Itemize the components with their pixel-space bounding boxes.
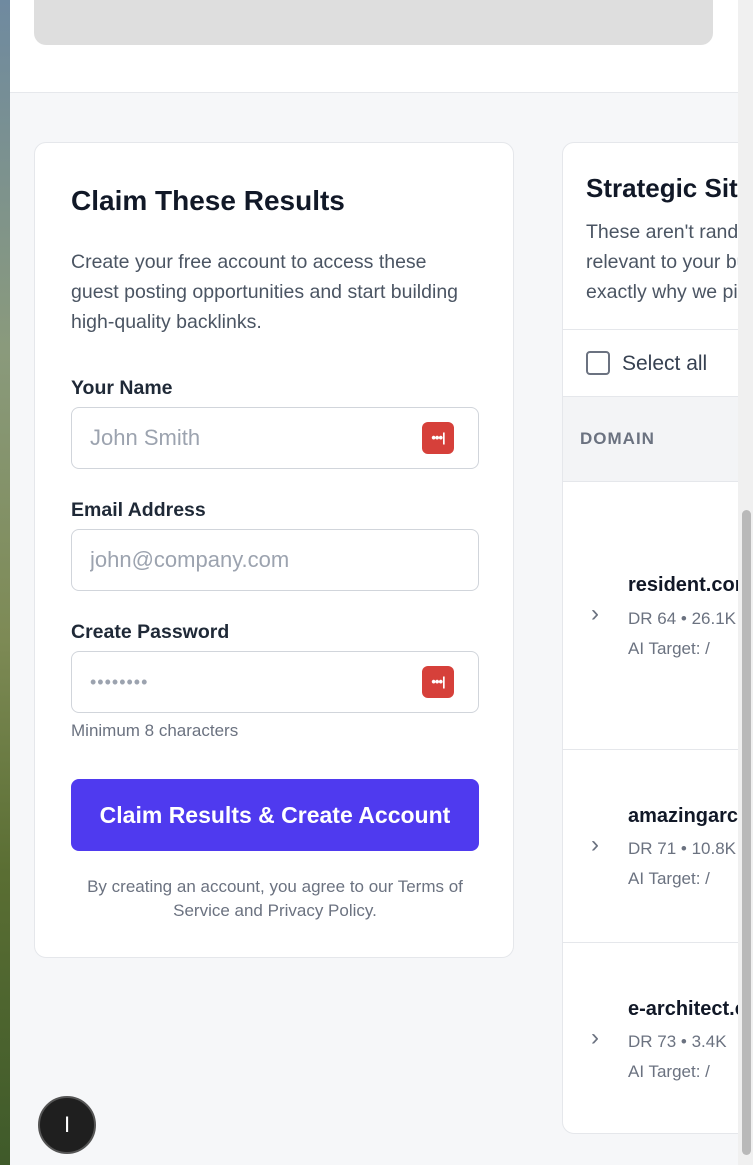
row-stats: DR 64 • 26.1K xyxy=(628,609,737,628)
loading-placeholder xyxy=(34,0,713,45)
legal-text: By creating an account, you agree to our… xyxy=(87,877,463,920)
select-all-checkbox[interactable] xyxy=(586,351,610,375)
email-input[interactable] xyxy=(72,530,478,590)
select-all-label[interactable]: Select all xyxy=(622,352,707,376)
table-row[interactable]: › e-architect.com DR 73 • 3.4K AI Target… xyxy=(563,943,738,1133)
row-stats: DR 71 • 10.8K xyxy=(628,839,737,858)
password-field-wrapper: •••| xyxy=(71,651,479,713)
table-row[interactable]: › amazingarchitecture.com DR 71 • 10.8K … xyxy=(563,750,738,943)
select-all-row: Select all xyxy=(563,329,738,396)
top-section xyxy=(10,0,738,93)
row-domain[interactable]: resident.com xyxy=(628,574,738,597)
row-ai-target: AI Target: / xyxy=(628,639,710,658)
password-label: Create Password xyxy=(71,621,230,643)
sites-description: These aren't random sites. Each one is r… xyxy=(586,221,738,303)
password-hint: Minimum 8 characters xyxy=(71,721,239,740)
name-label: Your Name xyxy=(71,377,173,399)
scrollbar-thumb[interactable] xyxy=(742,510,751,1155)
domain-column-header[interactable]: DOMAIN xyxy=(580,429,655,449)
row-stats: DR 73 • 3.4K xyxy=(628,1032,727,1051)
password-input[interactable] xyxy=(72,652,478,712)
email-label: Email Address xyxy=(71,499,206,521)
password-manager-icon[interactable]: •••| xyxy=(422,666,454,698)
row-ai-target: AI Target: / xyxy=(628,869,710,888)
floating-action-button[interactable]: I xyxy=(38,1096,96,1154)
name-field-wrapper: •••| xyxy=(71,407,479,469)
table-header: DOMAIN xyxy=(563,396,738,482)
chevron-right-icon[interactable]: › xyxy=(591,831,599,859)
email-field-wrapper xyxy=(71,529,479,591)
page: Claim These Results Create your free acc… xyxy=(10,0,738,1165)
claim-card: Claim These Results Create your free acc… xyxy=(34,142,514,958)
name-input[interactable] xyxy=(72,408,478,468)
password-manager-icon[interactable]: •••| xyxy=(422,422,454,454)
row-ai-target: AI Target: / xyxy=(628,1062,710,1081)
row-domain[interactable]: e-architect.com xyxy=(628,998,738,1021)
claim-title: Claim These Results xyxy=(71,185,345,216)
desktop-background xyxy=(0,0,10,1165)
claim-description: Create your free account to access these… xyxy=(71,251,459,333)
chevron-right-icon[interactable]: › xyxy=(591,600,599,628)
sites-title: Strategic Sites xyxy=(586,173,738,203)
chevron-right-icon[interactable]: › xyxy=(591,1024,599,1052)
claim-results-button[interactable]: Claim Results & Create Account xyxy=(71,779,479,851)
strategic-sites-panel: Strategic Sites These aren't random site… xyxy=(562,142,738,1134)
table-row[interactable]: › resident.com DR 64 • 26.1K AI Target: … xyxy=(563,482,738,750)
row-domain[interactable]: amazingarchitecture.com xyxy=(628,805,738,828)
